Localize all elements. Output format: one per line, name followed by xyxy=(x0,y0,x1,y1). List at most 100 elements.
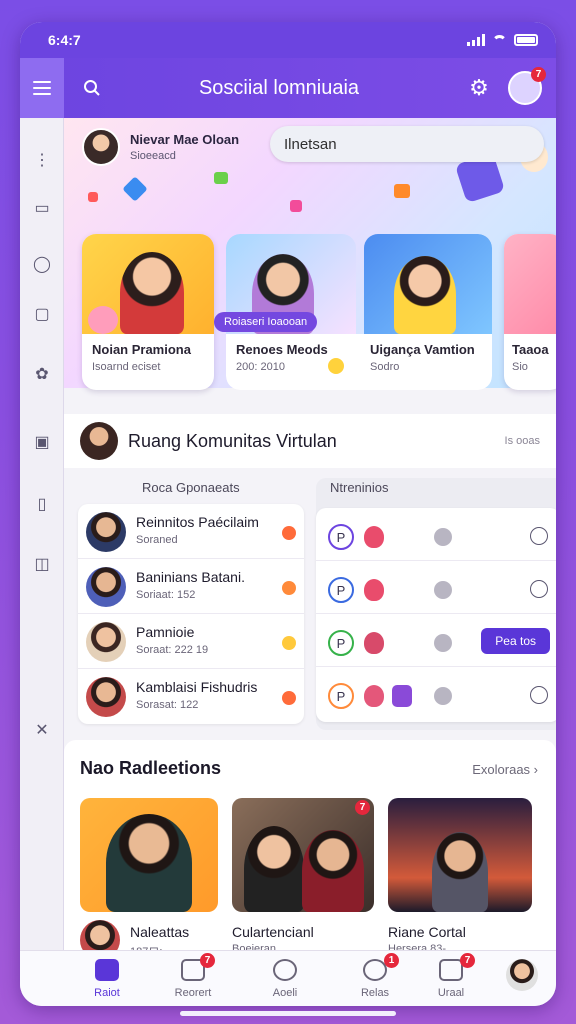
tab-label: Raiot xyxy=(94,987,120,999)
close-icon[interactable]: ✕ xyxy=(32,720,52,740)
member-name: Kamblaisi Fishudris xyxy=(136,679,258,695)
members-list: Reinnitos Paécilaim Soraned Baninians Ba… xyxy=(78,504,304,724)
notification-avatar: P xyxy=(328,524,354,550)
explore-link-label: Exoloraas xyxy=(472,762,531,777)
signal-icon xyxy=(467,34,485,46)
tab-mail[interactable]: 7 Uraal xyxy=(408,951,494,1006)
confetti xyxy=(88,192,98,202)
tab-label: Uraal xyxy=(437,987,465,999)
notification-avatar: P xyxy=(328,577,354,603)
notification-badge: 7 xyxy=(355,800,370,815)
character-icon xyxy=(364,632,384,654)
recommendation-name: Naleattas xyxy=(130,924,190,940)
confetti xyxy=(214,172,228,184)
member-sub: Soraned xyxy=(136,534,178,546)
notification-badge: 7 xyxy=(531,67,546,82)
recommendation-image: 7 xyxy=(232,798,374,912)
app-bar: Sosciial lomniuaia ⚙ 7 xyxy=(20,58,556,118)
notification-row[interactable]: P Pea tos xyxy=(316,614,556,667)
avatar[interactable] xyxy=(506,959,538,991)
list-item[interactable]: Baninians Batani. Soriaat: 152 xyxy=(78,559,304,614)
tab-label: Aoeli xyxy=(272,987,298,999)
character-icon xyxy=(364,685,384,707)
book-icon[interactable]: ▯ xyxy=(32,494,52,514)
story-chip[interactable]: Roiaseri Ioaooan xyxy=(214,312,318,332)
briefcase-icon[interactable]: ▭ xyxy=(32,198,52,218)
list-item[interactable]: Kamblaisi Fishudris Sorasat: 122 xyxy=(78,669,304,724)
user-icon[interactable]: ◯ xyxy=(32,254,52,274)
more-icon[interactable]: ⋮ xyxy=(32,150,52,170)
tab-reports[interactable]: 7 Reorert xyxy=(150,951,236,1006)
emoji-icon xyxy=(328,358,344,374)
notifications-list: P P P Pea tos P xyxy=(316,508,556,722)
member-name: Reinnitos Paécilaim xyxy=(136,514,259,530)
menu-button[interactable] xyxy=(20,58,64,118)
clock-icon[interactable] xyxy=(530,580,548,598)
recommendation-card[interactable]: Naleattas 187ロ: xyxy=(80,798,218,960)
recommendation-card[interactable]: Riane Cortal Hersera 83- xyxy=(388,798,532,955)
tab-badge: 1 xyxy=(384,953,399,968)
status-icons xyxy=(467,34,538,46)
recommendations-title: Nao Radleetions xyxy=(80,758,222,778)
bottom-tab-bar: Raiot 7 Reorert Aoeli 1 Relas 7 Uraal xyxy=(20,950,556,1006)
notifications-header: Ntreninios xyxy=(330,480,389,495)
story-meta: Isoarnd eciset xyxy=(92,361,161,373)
notification-row[interactable]: P xyxy=(316,667,556,720)
notification-row[interactable]: P xyxy=(316,561,556,614)
story-card[interactable]: Taaoa Sio xyxy=(504,234,556,390)
avatar xyxy=(86,622,126,662)
recommendation-name: Culartencianl xyxy=(232,924,314,940)
story-title: Taaoa xyxy=(512,342,549,357)
status-icon xyxy=(434,581,452,599)
notification-action-button[interactable]: Pea tos xyxy=(481,628,550,654)
community-more-link[interactable]: Is ooas xyxy=(505,435,540,447)
notification-avatar: P xyxy=(328,630,354,656)
clock-icon[interactable] xyxy=(530,527,548,545)
avatar[interactable] xyxy=(80,422,118,460)
story-image xyxy=(82,234,214,334)
explore-link[interactable]: Exoloraas › xyxy=(472,762,538,777)
story-card[interactable]: Noian Pramiona Isoarnd eciset xyxy=(82,234,214,390)
member-name: Baninians Batani. xyxy=(136,569,245,585)
list-item[interactable]: Reinnitos Paécilaim Soraned xyxy=(78,504,304,559)
recommendation-image xyxy=(80,798,218,912)
avatar xyxy=(86,567,126,607)
chat-icon[interactable]: ▢ xyxy=(32,304,52,324)
character-icon xyxy=(364,579,384,601)
tab-badge: 7 xyxy=(200,953,215,968)
bookmarks-icon[interactable]: ◫ xyxy=(32,554,52,574)
story-image xyxy=(364,234,492,334)
notification-avatar: P xyxy=(328,683,354,709)
members-header: Roca Gponaeats xyxy=(142,480,240,495)
confetti xyxy=(122,176,148,202)
member-sub: Soraat: 222 19 xyxy=(136,644,209,656)
story-title: Uigança Vamtion xyxy=(370,342,475,357)
tab-label: Reorert xyxy=(174,987,212,999)
tab-home[interactable]: Raiot xyxy=(64,951,150,1006)
recommendations-section: Nao Radleetions Exoloraas › Naleattas 18… xyxy=(64,740,556,972)
avatar xyxy=(86,677,126,717)
image-icon[interactable]: ▣ xyxy=(32,432,52,452)
status-icon xyxy=(434,528,452,546)
clock-icon[interactable] xyxy=(530,686,548,704)
tab-relations[interactable]: 1 Relas xyxy=(332,951,418,1006)
tab-activity[interactable]: Aoeli xyxy=(242,951,328,1006)
reaction-icon xyxy=(282,691,296,705)
side-rail: ⋮ ▭ ◯ ▢ ✿ ▣ ▯ ◫ ✕ xyxy=(20,118,64,988)
search-input[interactable]: Ilnetsan xyxy=(270,126,544,162)
reaction-icon xyxy=(282,636,296,650)
gear-icon[interactable]: ⚙ xyxy=(464,73,494,103)
puzzle-icon[interactable]: ✿ xyxy=(32,364,52,384)
story-meta: 200: 2010 xyxy=(236,361,285,373)
wifi-icon xyxy=(492,34,507,46)
profile-button[interactable]: 7 xyxy=(508,67,546,105)
avatar[interactable] xyxy=(82,128,120,166)
home-indicator[interactable] xyxy=(180,1011,396,1016)
notification-row[interactable]: P xyxy=(316,508,556,561)
list-item[interactable]: Pamnioie Soraat: 222 19 xyxy=(78,614,304,669)
member-name: Pamnioie xyxy=(136,624,195,640)
story-title: Noian Pramiona xyxy=(92,342,191,357)
battery-icon xyxy=(514,34,538,46)
recommendation-card[interactable]: 7 Culartencianl Boeieran xyxy=(232,798,374,955)
status-icon xyxy=(434,687,452,705)
